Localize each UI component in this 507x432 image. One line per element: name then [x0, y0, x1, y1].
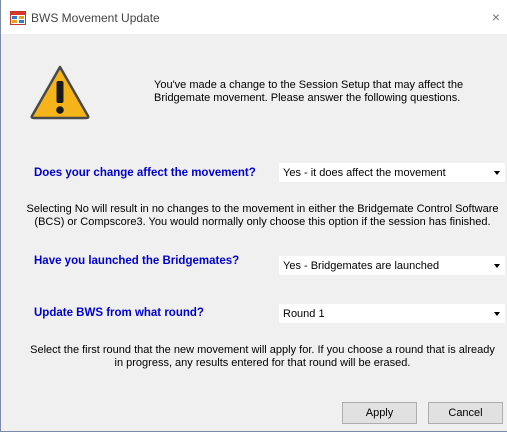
question-launched-label: Have you launched the Bridgemates? [34, 255, 240, 267]
dialog-window: BWS Movement Update × You've made a chan… [0, 0, 507, 432]
title-bar: BWS Movement Update × [1, 0, 507, 34]
chevron-down-icon [494, 171, 500, 175]
launched-dropdown[interactable]: Yes - Bridgemates are launched [279, 256, 505, 275]
window-app-icon [10, 11, 26, 25]
apply-button[interactable]: Apply [342, 402, 417, 424]
round-help-note: Select the first round that the new move… [30, 344, 495, 369]
close-button[interactable]: × [484, 0, 507, 34]
round-dropdown-value: Round 1 [283, 308, 325, 320]
cancel-button[interactable]: Cancel [428, 402, 503, 424]
affect-dropdown[interactable]: Yes - it does affect the movement [279, 163, 505, 182]
chevron-down-icon [494, 312, 500, 316]
launched-dropdown-value: Yes - Bridgemates are launched [283, 260, 440, 272]
window-title: BWS Movement Update [31, 11, 160, 25]
affect-dropdown-value: Yes - it does affect the movement [283, 167, 446, 179]
chevron-down-icon [494, 264, 500, 268]
question-round-label: Update BWS from what round? [34, 307, 204, 319]
selecting-no-note: Selecting No will result in no changes t… [26, 203, 499, 228]
question-affect-label: Does your change affect the movement? [34, 167, 256, 179]
round-dropdown[interactable]: Round 1 [279, 304, 505, 323]
warning-triangle-icon [30, 65, 90, 120]
intro-text: You've made a change to the Session Setu… [154, 79, 464, 104]
